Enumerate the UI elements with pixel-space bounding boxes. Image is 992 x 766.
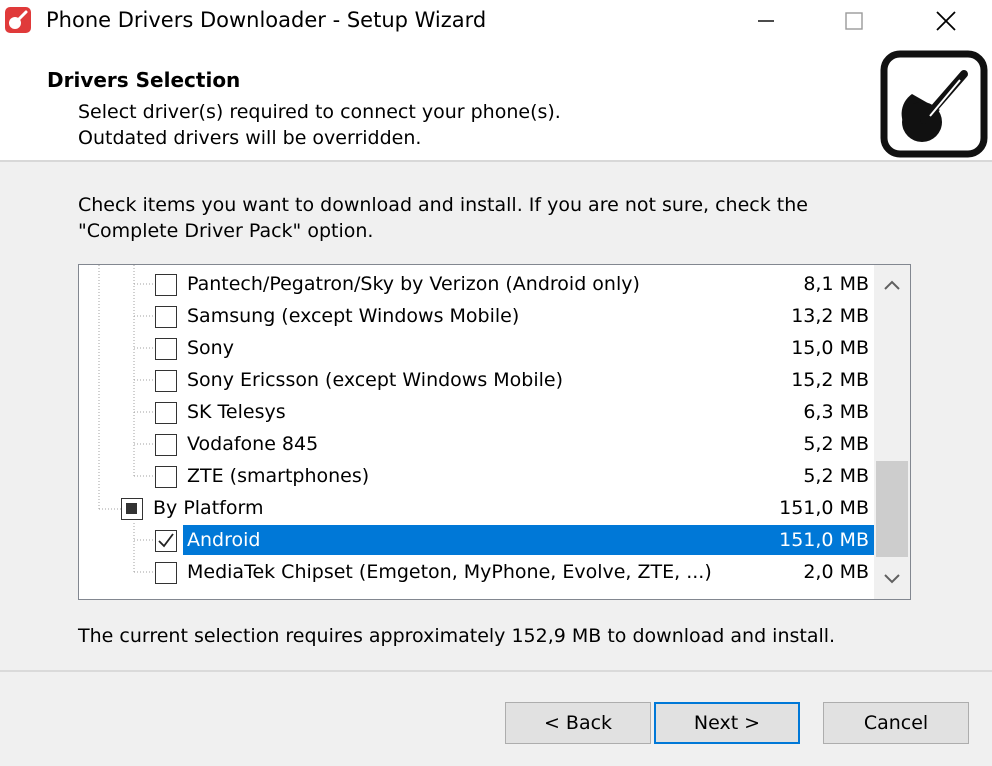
checkbox[interactable] <box>155 306 177 328</box>
tree-item-mediatek[interactable]: MediaTek Chipset (Emgeton, MyPhone, Evol… <box>79 556 875 588</box>
item-label: By Platform <box>153 497 264 519</box>
minimize-button[interactable] <box>734 0 798 42</box>
scroll-down-button[interactable] <box>874 561 910 597</box>
scroll-thumb[interactable] <box>876 461 908 557</box>
item-label: Vodafone 845 <box>187 433 319 455</box>
item-label: Sony Ericsson (except Windows Mobile) <box>187 369 564 391</box>
checkbox[interactable] <box>155 338 177 360</box>
tree-item-samsung[interactable]: Samsung (except Windows Mobile) 13,2 MB <box>79 300 875 332</box>
app-logo-icon <box>880 50 988 158</box>
tree-item-sony-ericsson[interactable]: Sony Ericsson (except Windows Mobile) 15… <box>79 364 875 396</box>
item-label: ZTE (smartphones) <box>187 465 370 487</box>
checkbox[interactable] <box>155 466 177 488</box>
checkbox[interactable] <box>155 434 177 456</box>
item-label: Pantech/Pegatron/Sky by Verizon (Android… <box>187 273 640 295</box>
item-size: 15,2 MB <box>791 369 869 391</box>
checkbox[interactable] <box>155 402 177 424</box>
item-size: 151,0 MB <box>779 529 869 551</box>
tree-item-pantech[interactable]: Pantech/Pegatron/Sky by Verizon (Android… <box>79 268 875 300</box>
minimize-icon <box>758 20 774 22</box>
item-label: Android <box>187 529 261 551</box>
checkmark-icon <box>158 533 174 548</box>
item-size: 151,0 MB <box>779 497 869 519</box>
tree-item-vodafone[interactable]: Vodafone 845 5,2 MB <box>79 428 875 460</box>
checkbox[interactable] <box>155 562 177 584</box>
item-size: 6,3 MB <box>803 401 869 423</box>
tree-item-by-platform[interactable]: By Platform 151,0 MB <box>79 492 875 524</box>
item-label: Sony <box>187 337 234 359</box>
selection-highlight <box>183 525 875 555</box>
item-label: Samsung (except Windows Mobile) <box>187 305 520 327</box>
title-bar: Phone Drivers Downloader - Setup Wizard <box>0 0 992 42</box>
window-title: Phone Drivers Downloader - Setup Wizard <box>46 8 487 32</box>
tree-item-android[interactable]: Android 151,0 MB <box>79 524 875 556</box>
checkbox-partial[interactable] <box>121 498 143 520</box>
wizard-header: Drivers Selection Select driver(s) requi… <box>0 42 992 162</box>
checkbox-checked[interactable] <box>155 530 177 552</box>
instructions-text: Check items you want to download and ins… <box>78 194 808 242</box>
item-label: MediaTek Chipset (Emgeton, MyPhone, Evol… <box>187 561 712 583</box>
back-button[interactable]: < Back <box>505 702 651 744</box>
tree-item-sony[interactable]: Sony 15,0 MB <box>79 332 875 364</box>
selection-summary: The current selection requires approxima… <box>78 625 836 647</box>
tree-item-sk-telesys[interactable]: SK Telesys 6,3 MB <box>79 396 875 428</box>
item-size: 8,1 MB <box>803 273 869 295</box>
maximize-button[interactable] <box>822 0 886 42</box>
drivers-tree[interactable]: Pantech/Pegatron/Sky by Verizon (Android… <box>78 264 911 600</box>
checkbox[interactable] <box>155 274 177 296</box>
checkbox[interactable] <box>155 370 177 392</box>
tree-scrollbar[interactable] <box>874 265 910 599</box>
app-icon <box>5 7 31 33</box>
scroll-up-button[interactable] <box>874 267 910 303</box>
chevron-down-icon <box>884 574 900 584</box>
close-icon <box>936 11 956 31</box>
item-label: SK Telesys <box>187 401 286 423</box>
item-size: 15,0 MB <box>791 337 869 359</box>
page-subtitle-line2: Outdated drivers will be overridden. <box>78 127 422 149</box>
page-title: Drivers Selection <box>47 68 241 92</box>
chevron-up-icon <box>884 280 900 290</box>
close-button[interactable] <box>914 0 978 42</box>
cancel-button[interactable]: Cancel <box>823 702 969 744</box>
tree-item-zte[interactable]: ZTE (smartphones) 5,2 MB <box>79 460 875 492</box>
item-size: 2,0 MB <box>803 561 869 583</box>
maximize-icon <box>845 12 863 30</box>
page-subtitle-line1: Select driver(s) required to connect you… <box>78 101 561 123</box>
item-size: 13,2 MB <box>791 305 869 327</box>
footer-divider <box>0 670 992 672</box>
next-button[interactable]: Next > <box>654 702 800 744</box>
item-size: 5,2 MB <box>803 465 869 487</box>
item-size: 5,2 MB <box>803 433 869 455</box>
